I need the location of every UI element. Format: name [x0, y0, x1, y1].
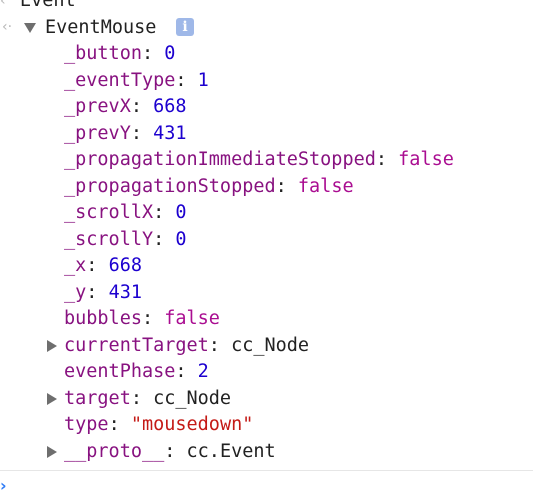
property-separator: :: [208, 334, 232, 356]
property-row: _prevX: 668: [0, 94, 533, 121]
property-separator: :: [141, 308, 165, 329]
property-separator: :: [153, 202, 176, 223]
property-value: 431: [108, 281, 142, 303]
property-text: __proto__: cc.Event: [64, 439, 276, 466]
property-row: eventPhase: 2: [0, 359, 533, 386]
object-properties-list: _button: 0 _eventType: 1 _prevX: 668 _prevY…: [0, 41, 533, 465]
property-value: 2: [197, 361, 209, 382]
property-key: _x: [64, 255, 87, 276]
property-text: _y: 431: [64, 280, 142, 307]
property-key: _eventType: [64, 69, 176, 91]
property-key: _y: [64, 281, 87, 303]
property-separator: :: [175, 69, 198, 91]
previous-console-entry: ‹ Event: [0, 0, 533, 14]
property-value: cc.Event: [186, 440, 276, 462]
property-row: bubbles: false: [0, 306, 533, 333]
property-separator: :: [375, 149, 399, 170]
property-key: currentTarget: [64, 334, 209, 356]
disclosure-triangle-expanded-icon[interactable]: [24, 21, 36, 33]
console-prompt[interactable]: ›: [0, 470, 533, 500]
property-row: _eventType: 1: [0, 68, 533, 95]
property-text: eventPhase: 2: [64, 359, 209, 386]
property-text: _eventType: 1: [64, 68, 209, 95]
property-value: 668: [153, 96, 187, 117]
property-value: 0: [175, 228, 187, 250]
property-row: _propagationStopped: false: [0, 174, 533, 201]
property-key: bubbles: [64, 308, 142, 329]
property-row: _propagationImmediateStopped: false: [0, 147, 533, 174]
property-separator: :: [153, 228, 176, 250]
property-value: 668: [108, 255, 142, 276]
property-value: cc_Node: [153, 387, 232, 409]
property-text: _x: 668: [64, 253, 142, 280]
info-icon[interactable]: i: [176, 18, 194, 36]
property-text: _prevX: 668: [64, 94, 187, 121]
property-text: bubbles: false: [64, 306, 220, 333]
property-text: type: "mousedown": [64, 412, 253, 439]
property-separator: :: [86, 281, 109, 303]
property-key: type: [64, 414, 109, 435]
property-value: 0: [164, 43, 176, 64]
disclosure-triangle-collapsed-icon[interactable]: [45, 445, 57, 458]
property-key: __proto__: [64, 440, 165, 462]
property-value: false: [297, 175, 354, 197]
property-row: _prevY: 431: [0, 121, 533, 148]
property-key: _propagationImmediateStopped: [64, 149, 376, 170]
prompt-caret-icon: ›: [0, 476, 7, 495]
property-key: _button: [64, 43, 142, 64]
property-value: 431: [153, 122, 187, 144]
disclosure-triangle-collapsed-icon[interactable]: [45, 392, 57, 405]
object-root-row[interactable]: EventMouse i: [0, 14, 533, 41]
property-separator: :: [141, 43, 165, 64]
property-value: 1: [197, 69, 209, 91]
property-row[interactable]: target: cc_Node: [0, 386, 533, 413]
property-row: _x: 668: [0, 253, 533, 280]
property-key: _propagationStopped: [64, 175, 276, 197]
property-value: "mousedown": [130, 414, 254, 435]
property-row[interactable]: currentTarget: cc_Node: [0, 333, 533, 360]
property-separator: :: [164, 440, 187, 462]
property-row: _button: 0: [0, 41, 533, 68]
property-text: _propagationImmediateStopped: false: [64, 147, 454, 174]
property-separator: :: [130, 122, 154, 144]
property-separator: :: [86, 255, 109, 276]
property-key: _scrollY: [64, 228, 154, 250]
property-value: cc_Node: [231, 334, 310, 356]
property-separator: :: [275, 175, 298, 197]
property-separator: :: [108, 414, 131, 435]
property-text: _scrollY: 0: [64, 227, 187, 254]
property-separator: :: [175, 361, 198, 382]
property-value: false: [164, 308, 220, 329]
property-text: currentTarget: cc_Node: [64, 333, 309, 360]
property-text: _scrollX: 0: [64, 200, 187, 227]
console-output: ‹ Event ‹· EventMouse i _button: 0 _event…: [0, 0, 533, 500]
property-separator: :: [130, 387, 154, 409]
property-text: _prevY: 431: [64, 121, 187, 148]
property-text: target: cc_Node: [64, 386, 231, 413]
property-row: type: "mousedown": [0, 412, 533, 439]
disclosure-triangle-collapsed-icon[interactable]: [45, 339, 57, 352]
property-row: _scrollX: 0: [0, 200, 533, 227]
property-key: _prevY: [64, 122, 131, 144]
result-arrow-icon: ‹: [0, 0, 6, 9]
property-key: target: [64, 387, 131, 409]
property-key: _prevX: [64, 96, 131, 117]
property-value: false: [398, 149, 454, 170]
property-text: _button: 0: [64, 41, 175, 68]
property-row[interactable]: __proto__: cc.Event: [0, 439, 533, 466]
property-key: _scrollX: [64, 202, 154, 223]
previous-entry-label: Event: [20, 0, 76, 11]
property-row: _y: 431: [0, 280, 533, 307]
property-text: _propagationStopped: false: [64, 174, 354, 201]
object-class-name: EventMouse: [45, 17, 157, 38]
property-row: _scrollY: 0: [0, 227, 533, 254]
property-value: 0: [175, 202, 187, 223]
property-key: eventPhase: [64, 361, 176, 382]
console-input[interactable]: [16, 475, 530, 499]
property-separator: :: [130, 96, 154, 117]
